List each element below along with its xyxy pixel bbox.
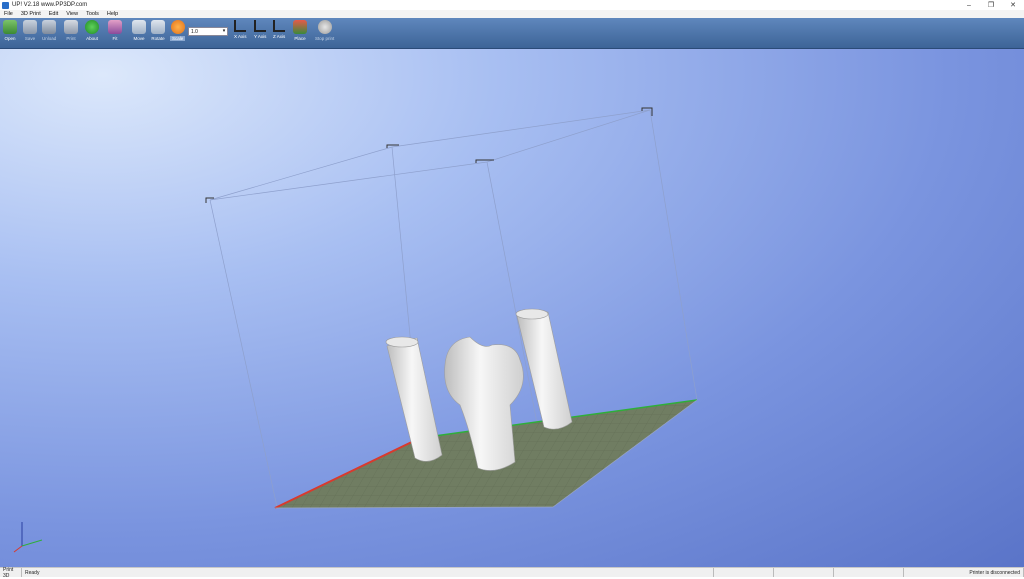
fit-button[interactable]: Fit xyxy=(108,20,122,41)
stop-print-button[interactable]: Stop print xyxy=(315,20,334,41)
open-icon xyxy=(3,20,17,34)
app-icon xyxy=(2,1,9,9)
place-button[interactable]: Place xyxy=(293,20,307,41)
stop-print-icon xyxy=(317,20,332,34)
chevron-down-icon[interactable]: ▾ xyxy=(221,28,227,35)
scale-icon xyxy=(170,20,185,34)
toolbar: Open Save Unload Print About Fit Move Ro… xyxy=(0,18,1024,49)
fit-icon xyxy=(108,20,122,34)
scale-value-text: 1.0 xyxy=(191,29,198,35)
z-axis-button[interactable]: Z Axis xyxy=(273,20,285,39)
print-icon xyxy=(64,20,78,34)
open-button[interactable]: Open xyxy=(3,20,17,41)
save-icon xyxy=(23,20,37,34)
axis-indicator-icon xyxy=(13,522,43,553)
window-title: UP! V2.18 www.PP3DP.com xyxy=(12,2,88,8)
rotate-button[interactable]: Rotate xyxy=(151,20,165,41)
y-axis-icon xyxy=(254,20,267,32)
x-axis-button[interactable]: X Axis xyxy=(234,20,247,39)
menu-edit[interactable]: Edit xyxy=(49,11,58,17)
rotate-icon xyxy=(151,20,165,34)
model-pillar-right xyxy=(515,308,573,430)
maximize-button[interactable]: ❐ xyxy=(980,0,1002,10)
about-icon xyxy=(85,20,99,34)
about-button[interactable]: About xyxy=(85,20,99,41)
scene-svg xyxy=(13,107,698,553)
frame-corner-markers xyxy=(205,107,653,203)
3d-viewport[interactable] xyxy=(0,49,1024,567)
close-button[interactable]: ✕ xyxy=(1002,0,1024,10)
move-icon xyxy=(132,20,146,34)
model-pillar-left xyxy=(385,336,443,462)
menu-view[interactable]: View xyxy=(66,11,78,17)
menu-tools[interactable]: Tools xyxy=(86,11,99,17)
x-axis-icon xyxy=(234,20,247,32)
scale-value-input[interactable]: 1.0 ▾ xyxy=(188,27,228,36)
unload-button[interactable]: Unload xyxy=(42,20,56,41)
y-axis-button[interactable]: Y Axis xyxy=(254,20,266,39)
menu-3d-print[interactable]: 3D Print xyxy=(21,11,41,17)
z-axis-icon xyxy=(273,20,286,32)
save-button[interactable]: Save xyxy=(23,20,37,41)
move-button[interactable]: Move xyxy=(132,20,146,41)
menu-file[interactable]: File xyxy=(4,11,13,17)
menu-help[interactable]: Help xyxy=(107,11,118,17)
title-bar: UP! V2.18 www.PP3DP.com – ❐ ✕ xyxy=(0,0,1024,10)
scale-button[interactable]: Scale xyxy=(170,20,186,41)
print-button[interactable]: Print xyxy=(64,20,78,41)
place-icon xyxy=(293,20,307,34)
menu-bar: File 3D Print Edit View Tools Help xyxy=(0,10,1024,18)
window-controls: – ❐ ✕ xyxy=(958,0,1024,10)
minimize-button[interactable]: – xyxy=(958,0,980,10)
unload-icon xyxy=(42,20,57,34)
